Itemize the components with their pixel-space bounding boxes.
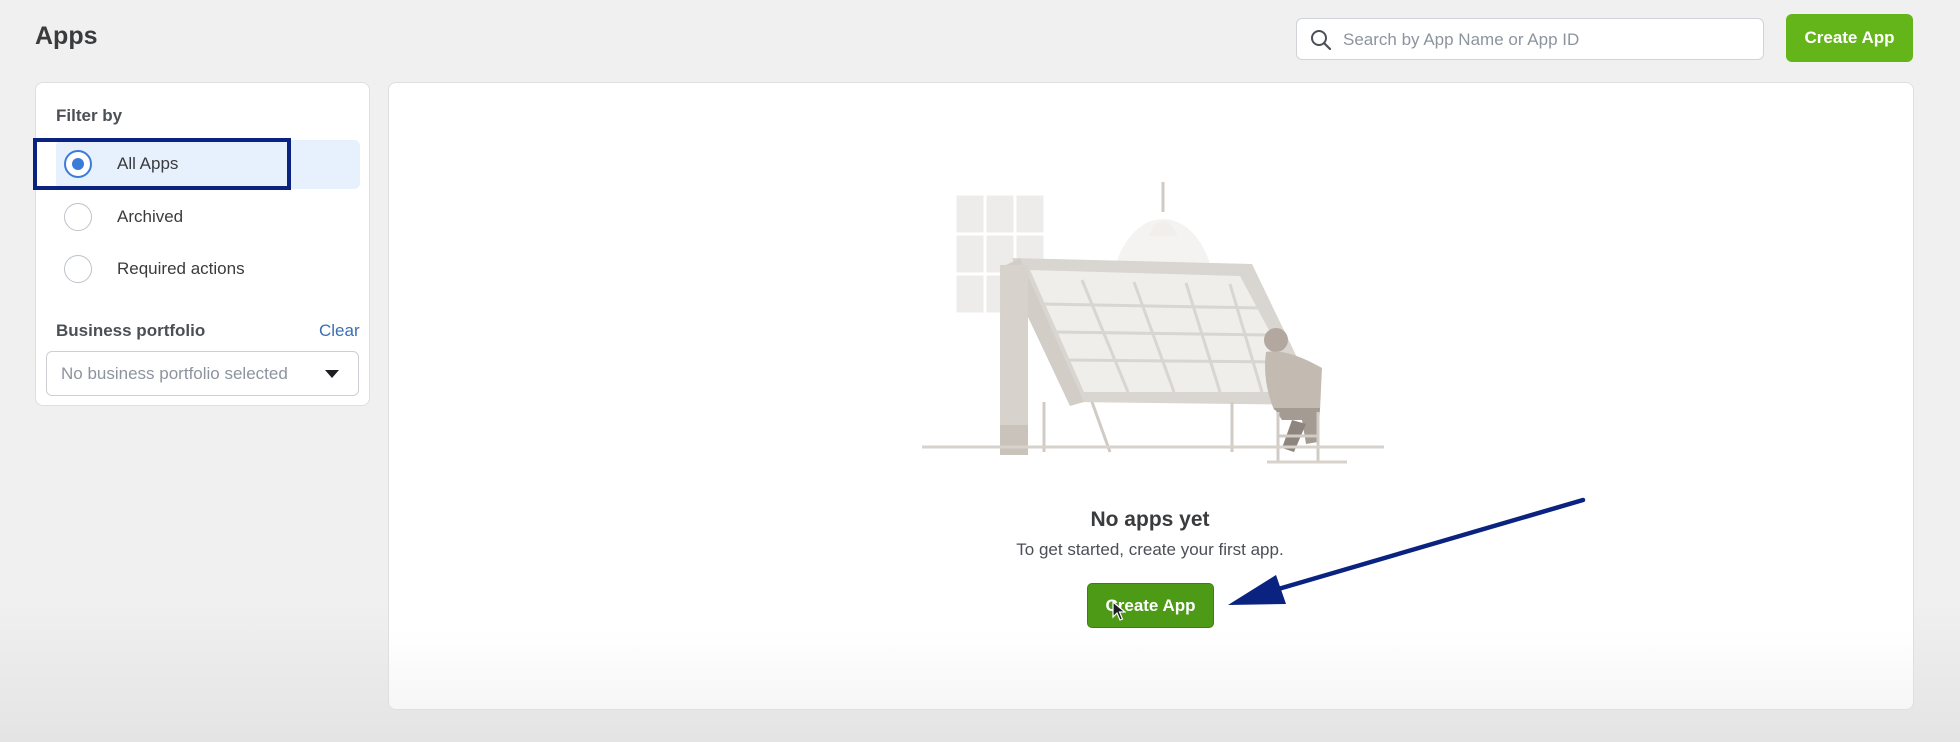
create-app-button-center[interactable]: Create App	[1087, 583, 1214, 628]
search-box[interactable]	[1296, 18, 1764, 60]
filter-option-required-actions[interactable]: Required actions	[56, 245, 360, 294]
business-portfolio-heading: Business portfolio	[56, 321, 206, 340]
caret-down-icon	[325, 370, 339, 378]
empty-state-illustration	[922, 182, 1384, 464]
empty-state-subtitle: To get started, create your first app.	[1016, 540, 1284, 559]
radio-button[interactable]	[64, 255, 92, 283]
filter-heading: Filter by	[56, 106, 123, 125]
business-portfolio-select[interactable]: No business portfolio selected	[46, 351, 359, 396]
radio-button[interactable]	[64, 203, 92, 231]
search-input[interactable]	[1341, 20, 1755, 60]
annotation-highlight-box	[33, 138, 291, 190]
filter-option-label: Archived	[117, 207, 184, 226]
create-app-button[interactable]: Create App	[1786, 14, 1913, 62]
select-value: No business portfolio selected	[61, 364, 288, 383]
mouse-cursor-icon	[1112, 601, 1126, 621]
filter-sidebar: Filter by All Apps Archived Required act…	[35, 82, 370, 406]
filter-option-archived[interactable]: Archived	[56, 193, 360, 242]
page-title: Apps	[35, 22, 98, 50]
filter-option-label: Required actions	[117, 259, 245, 278]
search-icon	[1311, 30, 1332, 51]
clear-link[interactable]: Clear	[319, 321, 360, 341]
empty-state-title: No apps yet	[1090, 508, 1210, 531]
